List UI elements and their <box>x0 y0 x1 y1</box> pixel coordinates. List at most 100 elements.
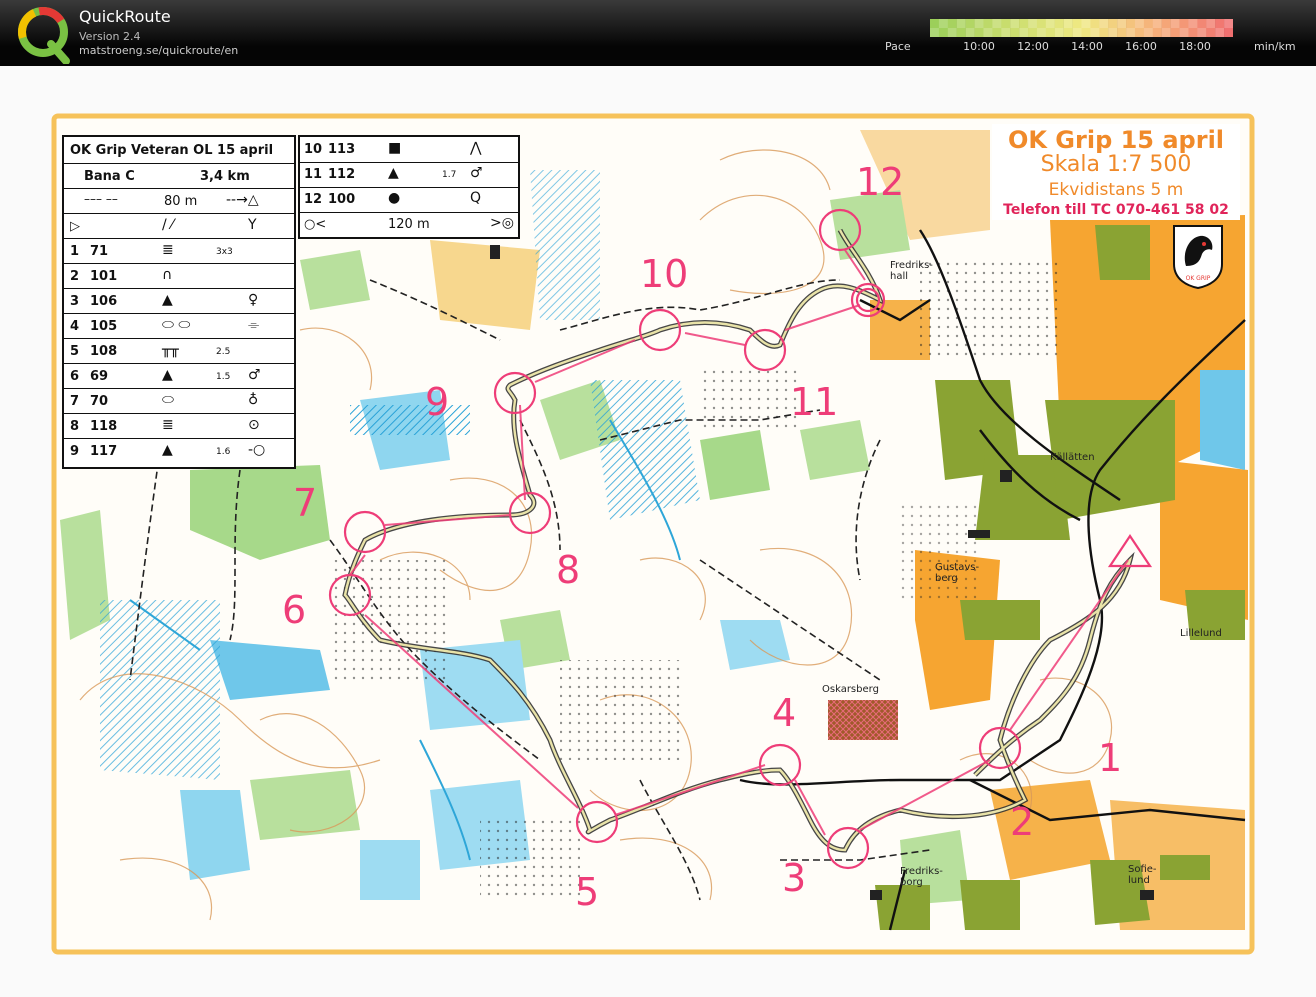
control-description-continued: 10 113 ■ ⋀ 11 112 ▲ 1.7 ♂ 12 100 ● Q ○< … <box>298 135 520 239</box>
pace-scale-cell <box>992 19 1002 28</box>
extra-icon: ♂ <box>248 367 261 383</box>
control-num: 3 <box>70 294 80 309</box>
control-num: 10 <box>304 142 323 157</box>
pace-tick-18: 18:00 <box>1179 40 1211 53</box>
pace-scale-cell <box>992 28 1002 37</box>
finish-distance: 120 m <box>388 217 430 232</box>
arrow-triangle-icon: --→△ <box>226 192 259 208</box>
pace-color-scale <box>930 19 1233 37</box>
control-code: 106 <box>90 294 118 309</box>
pace-scale-cell <box>1215 28 1225 37</box>
map-canvas[interactable]: 1 2 3 4 5 6 7 8 9 10 11 12 Fredriks-hall… <box>0 66 1316 997</box>
control-code: 71 <box>90 244 109 259</box>
place-fredrikshall: Fredriks-hall <box>890 260 933 282</box>
map-phone: Telefon till TC 070-461 58 02 <box>1003 202 1229 218</box>
club-logo-text: OK GRIP <box>1186 275 1211 282</box>
pace-scale-cell <box>1224 19 1233 28</box>
feature-icon: ⬭ ⬭ <box>162 317 191 333</box>
pace-label: Pace <box>885 40 911 53</box>
start-distance-row: ––– –– 80 m --→△ <box>64 188 294 214</box>
pace-scale-cell <box>938 19 949 28</box>
pace-scale-cell <box>947 19 957 28</box>
pace-scale-cell <box>1126 19 1136 28</box>
club-logo-icon: OK GRIP <box>1173 225 1223 290</box>
place-lillelund: Lillelund <box>1180 628 1222 639</box>
pace-scale-cell <box>1054 28 1064 37</box>
feature-icon: ▲ <box>162 292 173 308</box>
control-row-3: 3 106 ▲ ♀ <box>64 288 294 314</box>
control-number-2: 2 <box>1010 800 1035 844</box>
place-kallatten: Källätten <box>1050 452 1095 463</box>
control-code: 69 <box>90 369 109 384</box>
pace-scale-cell <box>1117 28 1127 37</box>
control-code: 105 <box>90 319 118 334</box>
control-code: 117 <box>90 444 118 459</box>
pace-scale-cell <box>1197 28 1207 37</box>
pace-scale-cell <box>1054 19 1064 28</box>
pace-scale-cell <box>1108 19 1118 28</box>
control-code: 118 <box>90 419 118 434</box>
place-gustavsberg: Gustavs-berg <box>935 562 980 584</box>
control-description-sheet: OK Grip Veteran OL 15 april Bana C 3,4 k… <box>62 135 296 469</box>
pace-scale-cell <box>1081 28 1091 37</box>
control-number-11: 11 <box>790 380 839 424</box>
pace-scale-cell <box>1170 28 1180 37</box>
pace-scale-cell <box>1036 19 1047 28</box>
dimension: 2.5 <box>216 347 231 357</box>
pace-scale-cell <box>1188 28 1198 37</box>
feature-icon: ≣ <box>162 242 174 258</box>
pace-scale-cell <box>1001 28 1011 37</box>
pace-scale-cell <box>956 28 966 37</box>
pace-scale-cell <box>965 28 975 37</box>
feature-icon: ╥╥ <box>162 342 179 358</box>
control-row-5: 5 108 ╥╥ 2.5 <box>64 338 294 364</box>
feature-icon: ∩ <box>162 267 173 283</box>
pace-scale-cell <box>1188 19 1198 28</box>
dimension: 3x3 <box>216 247 233 257</box>
header-symbol-row: ▷ / ⁄ Y <box>64 213 294 239</box>
pace-scale-cell <box>1099 28 1109 37</box>
pace-scale-cell <box>1063 28 1073 37</box>
control-number-3: 3 <box>782 856 807 900</box>
pace-scale-cell <box>1001 19 1011 28</box>
control-number-7: 7 <box>293 481 318 525</box>
control-number-12: 12 <box>856 160 905 204</box>
extra-icon: ♂ <box>470 165 483 181</box>
pace-scale-cell <box>1152 19 1162 28</box>
control-code: 100 <box>328 192 356 207</box>
app-name: QuickRoute <box>79 7 171 26</box>
finish-icon: >◎ <box>490 215 514 231</box>
pace-scale-cell <box>983 19 993 28</box>
pace-scale-cell <box>1206 19 1216 28</box>
pace-scale-cell <box>1045 28 1055 37</box>
app-version: Version 2.4 <box>79 30 141 43</box>
extra-icon: -○ <box>248 442 266 458</box>
pace-unit: min/km <box>1254 40 1296 53</box>
pace-scale-cell <box>1072 28 1082 37</box>
pace-scale-cell <box>1081 19 1091 28</box>
control-row-9: 9 117 ▲ 1.6 -○ <box>64 438 294 464</box>
control-code: 112 <box>328 167 356 182</box>
feature-icon: ■ <box>388 140 402 156</box>
feature-icon: ⬭ <box>162 392 174 408</box>
control-number-8: 8 <box>556 548 581 592</box>
feature-icon: ▲ <box>388 165 399 181</box>
extra-icon: ⋀ <box>470 140 482 156</box>
control-number-5: 5 <box>575 870 600 914</box>
extra-icon: ♁ <box>248 392 259 408</box>
pace-scale-cell <box>938 28 949 37</box>
control-code: 108 <box>90 344 118 359</box>
pace-scale-cell <box>1197 19 1207 28</box>
pace-tick-14: 14:00 <box>1071 40 1103 53</box>
pace-scale-cell <box>1179 19 1189 28</box>
extra-icon: ⌯ <box>248 317 260 333</box>
course-length: 3,4 km <box>200 169 250 184</box>
control-num: 9 <box>70 444 80 459</box>
quickroute-header: QuickRoute Version 2.4 matstroeng.se/qui… <box>0 0 1316 66</box>
line-icons: / ⁄ <box>162 217 174 233</box>
control-row-6: 6 69 ▲ 1.5 ♂ <box>64 363 294 389</box>
pace-scale-cell <box>1143 19 1153 28</box>
control-code: 113 <box>328 142 356 157</box>
map-title-box: OK Grip 15 april Skala 1:7 500 Ekvidista… <box>992 124 1240 220</box>
pace-scale-cell <box>1126 28 1136 37</box>
